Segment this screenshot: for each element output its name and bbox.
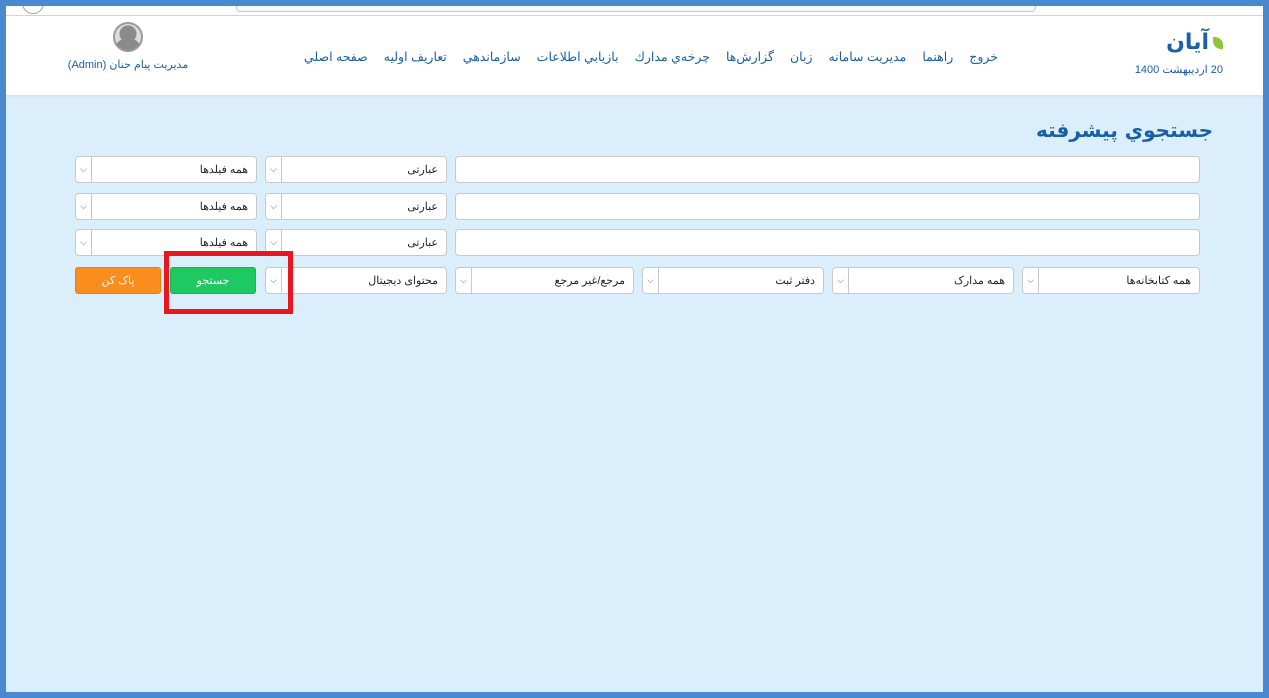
search-mode-select[interactable]: عبارتی ⌵ bbox=[265, 229, 447, 256]
select-value: همه مدارک bbox=[954, 275, 1005, 287]
leaf-icon bbox=[1213, 36, 1223, 49]
select-value: محتوای دیجیتال bbox=[368, 275, 438, 287]
select-value: همه فیلدها bbox=[199, 164, 248, 176]
search-mode-select[interactable]: عبارتی ⌵ bbox=[265, 193, 447, 220]
nav-item-help[interactable]: راهنما bbox=[922, 49, 953, 64]
doc-type-select[interactable]: همه مدارک ⌵ bbox=[832, 267, 1014, 294]
user-name[interactable]: مدیریت پیام حنان (Admin) bbox=[58, 58, 198, 71]
logo-block: آیان 20 اردیبهشت 1400 bbox=[1135, 30, 1223, 76]
search-field-select[interactable]: همه فیلدها ⌵ bbox=[75, 156, 257, 183]
clear-button[interactable]: پاک کن bbox=[75, 267, 161, 294]
nav-item-system-admin[interactable]: مديريت سامانه bbox=[829, 49, 907, 64]
current-date: 20 اردیبهشت 1400 bbox=[1134, 64, 1223, 76]
chevron-down-icon: ⌵ bbox=[76, 194, 92, 219]
search-button[interactable]: جستجو bbox=[170, 267, 256, 294]
select-value: مرجع/غیر مرجع bbox=[554, 275, 626, 287]
chevron-down-icon: ⌵ bbox=[833, 268, 849, 293]
select-value: دفتر ثبت bbox=[775, 275, 815, 287]
chevron-down-icon: ⌵ bbox=[76, 230, 92, 255]
page-title: جستجوي پيشرفته bbox=[1035, 118, 1213, 142]
browser-address-bar[interactable] bbox=[236, 6, 1036, 12]
browser-strip bbox=[6, 6, 1263, 16]
chevron-down-icon: ⌵ bbox=[266, 194, 282, 219]
app-window: آیان 20 اردیبهشت 1400 صفحه اصلي تعاريف ا… bbox=[0, 0, 1269, 698]
search-field-select[interactable]: همه فیلدها ⌵ bbox=[75, 229, 257, 256]
digital-content-select[interactable]: محتوای دیجیتال ⌵ bbox=[265, 267, 447, 294]
select-value: همه فیلدها bbox=[199, 237, 248, 249]
register-select[interactable]: دفتر ثبت ⌵ bbox=[642, 267, 824, 294]
avatar[interactable] bbox=[113, 22, 143, 52]
nav-item-circulation[interactable]: چرخه‌ي مدارك bbox=[635, 49, 710, 64]
search-mode-select[interactable]: عبارتی ⌵ bbox=[265, 156, 447, 183]
chevron-down-icon: ⌵ bbox=[266, 157, 282, 182]
chevron-down-icon: ⌵ bbox=[266, 268, 282, 293]
browser-button[interactable] bbox=[22, 6, 44, 14]
logo[interactable]: آیان bbox=[1166, 30, 1223, 55]
chevron-down-icon: ⌵ bbox=[1023, 268, 1039, 293]
search-query-input[interactable] bbox=[455, 156, 1200, 183]
nav-item-language[interactable]: زبان bbox=[790, 49, 813, 64]
nav-item-home[interactable]: صفحه اصلي bbox=[304, 49, 368, 64]
nav-item-organization[interactable]: سازماندهي bbox=[463, 49, 521, 64]
user-block: مدیریت پیام حنان (Admin) bbox=[58, 22, 198, 71]
chevron-down-icon: ⌵ bbox=[456, 268, 472, 293]
chevron-down-icon: ⌵ bbox=[76, 157, 92, 182]
chevron-down-icon: ⌵ bbox=[643, 268, 659, 293]
search-query-input[interactable] bbox=[455, 229, 1200, 256]
search-query-input[interactable] bbox=[455, 193, 1200, 220]
select-value: عبارتی bbox=[407, 201, 438, 213]
nav-item-definitions[interactable]: تعاريف اوليه bbox=[384, 49, 447, 64]
logo-text: آیان bbox=[1166, 30, 1209, 55]
select-value: همه کتابخانه‌ها bbox=[1126, 275, 1191, 287]
nav-item-retrieval[interactable]: بازيابي اطلاعات bbox=[537, 49, 619, 64]
select-value: عبارتی bbox=[407, 164, 438, 176]
nav-item-logout[interactable]: خروج bbox=[969, 49, 998, 64]
select-value: همه فیلدها bbox=[199, 201, 248, 213]
search-field-select[interactable]: همه فیلدها ⌵ bbox=[75, 193, 257, 220]
header: آیان 20 اردیبهشت 1400 صفحه اصلي تعاريف ا… bbox=[6, 16, 1263, 96]
nav-item-reports[interactable]: گزارش‌ها bbox=[726, 49, 774, 64]
select-value: عبارتی bbox=[407, 237, 438, 249]
chevron-down-icon: ⌵ bbox=[266, 230, 282, 255]
main-nav: صفحه اصلي تعاريف اوليه سازماندهي بازيابي… bbox=[304, 46, 998, 66]
library-select[interactable]: همه کتابخانه‌ها ⌵ bbox=[1022, 267, 1200, 294]
reference-select[interactable]: مرجع/غیر مرجع ⌵ bbox=[455, 267, 634, 294]
